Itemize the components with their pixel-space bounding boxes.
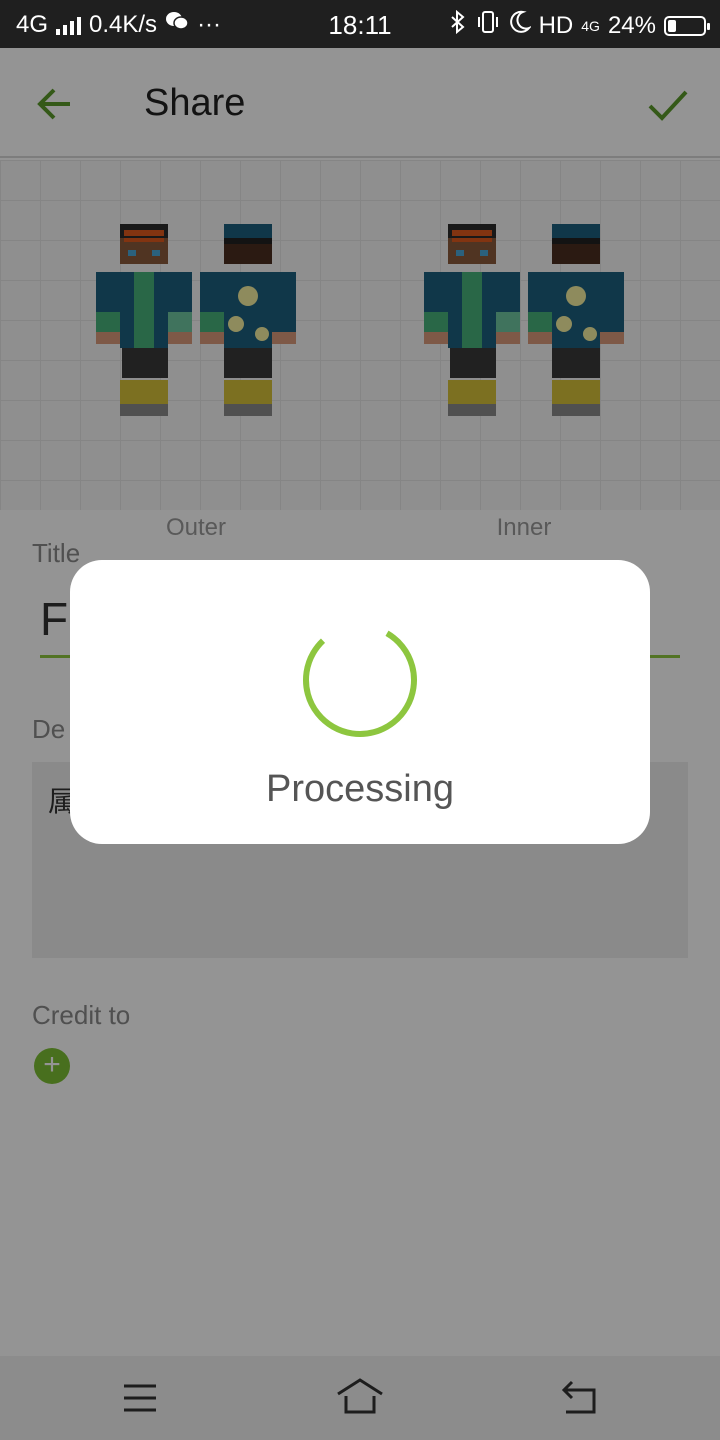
moon-icon <box>509 10 532 41</box>
processing-message: Processing <box>266 768 454 810</box>
battery-icon <box>664 15 710 36</box>
vibrate-icon <box>475 10 501 41</box>
loading-spinner-icon <box>303 623 417 737</box>
battery-percent: 24% <box>607 11 656 39</box>
mobile-data-indicator: 4G <box>581 17 600 34</box>
hd-indicator: HD <box>538 11 574 39</box>
processing-dialog: Processing <box>70 560 650 844</box>
status-bar: 4G 0.4K/s ··· 18:11 HD 4G 24% <box>0 0 720 48</box>
bluetooth-icon <box>449 9 467 41</box>
